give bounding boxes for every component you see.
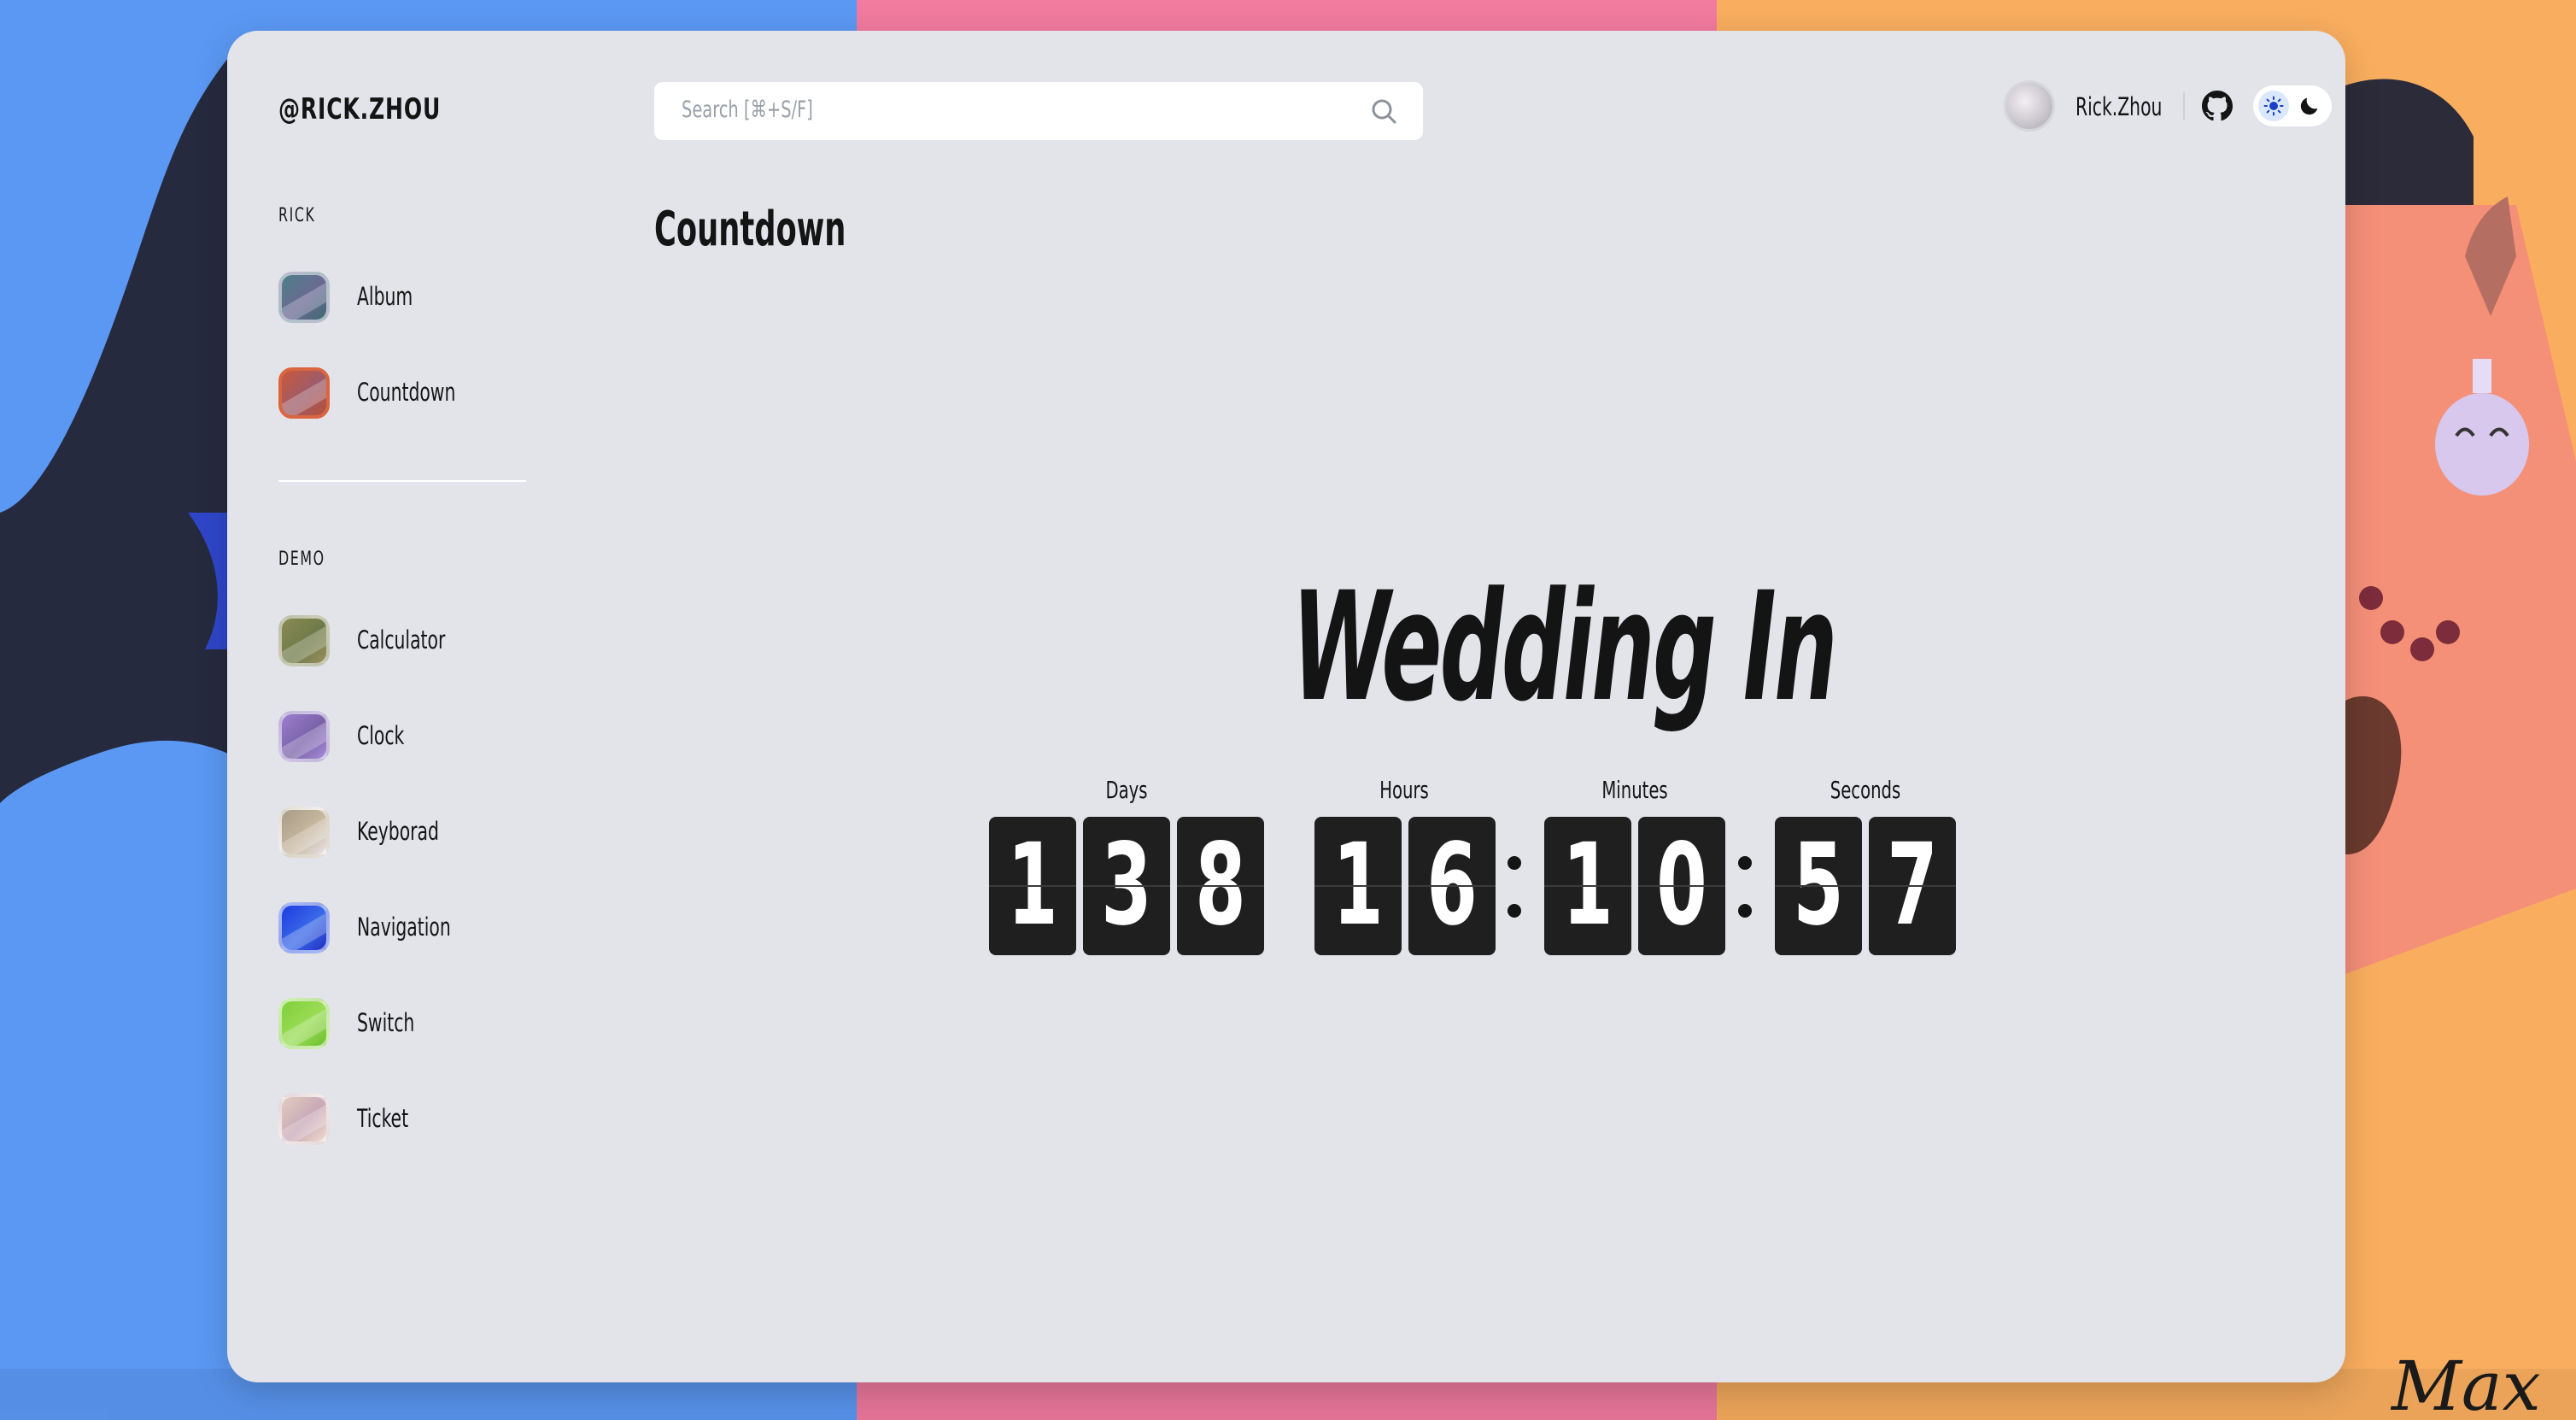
sidebar-item-label: Switch — [357, 1008, 415, 1037]
page-title: Countdown — [654, 202, 846, 257]
calculator-icon — [278, 615, 330, 666]
digit-card-seconds-2: 7 — [1869, 817, 1956, 955]
navigation-icon — [278, 902, 330, 954]
user-name[interactable]: Rick.Zhou — [2075, 92, 2162, 121]
ticket-icon — [278, 1094, 330, 1145]
digit-card-days-1: 1 — [989, 817, 1076, 955]
user-menu: Rick.Zhou — [2004, 80, 2345, 142]
sidebar-item-label: Ticket — [357, 1104, 409, 1133]
sun-icon — [2263, 96, 2284, 116]
unit-label-days: Days — [1105, 776, 1148, 804]
colon-dot — [1508, 856, 1521, 870]
sidebar-item-keyboard[interactable]: Keyborad — [278, 803, 501, 863]
header-divider — [2183, 92, 2185, 120]
sidebar-item-label: Album — [357, 282, 413, 311]
wallpaper-signature: Max — [2390, 1350, 2541, 1418]
colon-dot — [1738, 904, 1752, 918]
wallpaper-figure-illustration — [2345, 79, 2576, 974]
digit-card-hours-2: 6 — [1408, 817, 1496, 955]
clock-icon — [278, 711, 330, 762]
digit-card-days-3: 8 — [1177, 817, 1264, 955]
moon-icon[interactable] — [2298, 94, 2321, 118]
github-icon[interactable] — [2202, 91, 2233, 121]
unit-label-minutes: Minutes — [1601, 776, 1668, 804]
sidebar-item-label: Countdown — [357, 378, 456, 407]
wallpaper-hair-illustration — [0, 34, 256, 803]
countdown-icon — [278, 367, 330, 419]
sidebar-item-label: Clock — [357, 721, 405, 750]
sidebar-item-label: Keyborad — [357, 817, 439, 846]
svg-text:Max: Max — [2390, 1350, 2541, 1418]
unit-label-hours: Hours — [1379, 776, 1429, 804]
digit-card-days-2: 3 — [1083, 817, 1170, 955]
sidebar-section-demo: DEMO — [278, 549, 325, 570]
colon-dot — [1738, 856, 1752, 870]
search-placeholder: Search [⌘+S/F] — [682, 97, 813, 123]
sidebar-item-ticket[interactable]: Ticket — [278, 1090, 501, 1150]
sidebar-item-countdown[interactable]: Countdown — [278, 364, 501, 424]
sidebar-item-album[interactable]: Album — [278, 268, 501, 328]
digit-card-minutes-1: 1 — [1544, 817, 1631, 955]
countdown-heading: Wedding In — [1291, 560, 1837, 735]
album-icon — [278, 272, 330, 323]
theme-toggle[interactable] — [2253, 85, 2332, 126]
sidebar-item-label: Navigation — [357, 912, 451, 942]
app-window: @RICK.ZHOU Search [⌘+S/F] Rick.Zhou RICK… — [227, 31, 2345, 1382]
sidebar-section-rick: RICK — [278, 205, 316, 226]
unit-label-seconds: Seconds — [1830, 776, 1901, 804]
search-input[interactable]: Search [⌘+S/F] — [654, 82, 1423, 140]
sidebar-item-navigation[interactable]: Navigation — [278, 899, 501, 959]
sidebar-item-clock[interactable]: Clock — [278, 707, 501, 767]
site-logo[interactable]: @RICK.ZHOU — [278, 92, 441, 126]
sidebar-divider — [278, 480, 526, 482]
digit-card-hours-1: 1 — [1314, 817, 1402, 955]
sidebar-item-calculator[interactable]: Calculator — [278, 612, 501, 672]
switch-icon — [278, 998, 330, 1049]
sidebar-item-switch[interactable]: Switch — [278, 995, 501, 1054]
theme-light-option[interactable] — [2258, 91, 2289, 121]
digit-card-seconds-1: 5 — [1775, 817, 1862, 955]
keyboard-icon — [278, 807, 330, 858]
search-icon[interactable] — [1370, 97, 1397, 125]
colon-dot — [1508, 904, 1521, 918]
sidebar-item-label: Calculator — [357, 625, 446, 654]
avatar[interactable] — [2004, 80, 2055, 132]
digit-card-minutes-2: 0 — [1638, 817, 1725, 955]
